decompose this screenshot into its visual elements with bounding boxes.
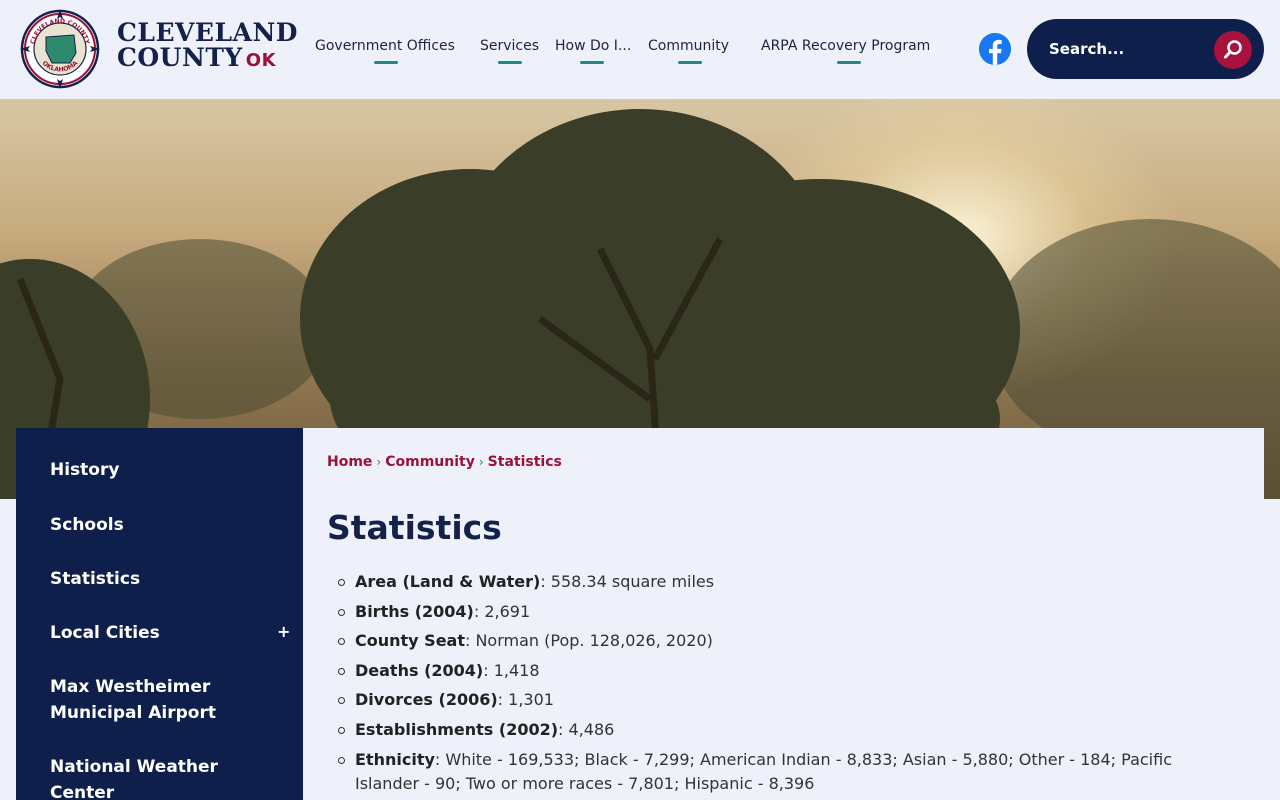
bullet-icon <box>338 579 345 586</box>
sidebar-nav: History Schools Statistics Local Cities … <box>16 428 303 800</box>
bullet-icon <box>338 697 345 705</box>
nav-services[interactable]: Services <box>480 38 540 64</box>
search-input[interactable] <box>1049 37 1209 61</box>
nav-label: ARPA Recovery Program <box>761 38 931 54</box>
sidebar-item-history[interactable]: History <box>50 457 119 483</box>
brand-line-1: CLEVELAND <box>117 18 298 47</box>
nav-community[interactable]: Community <box>648 38 730 64</box>
brand-county: COUNTY <box>117 43 243 72</box>
sidebar-item-statistics[interactable]: Statistics <box>50 566 140 592</box>
list-item: County Seat: Norman (Pop. 128,026, 2020) <box>338 629 1235 653</box>
stat-value: : White - 169,533; Black - 7,299; Americ… <box>355 749 1172 793</box>
main-content: Home › Community › Statistics Statistics Are… <box>303 428 1264 800</box>
stat-value: : 558.34 square miles <box>540 572 715 591</box>
bullet-icon <box>338 608 345 616</box>
sidebar-item-schools[interactable]: Schools <box>50 512 124 538</box>
sidebar-item-national-weather-center[interactable]: National Weather Center <box>50 754 240 800</box>
stat-label: Area (Land & Water) <box>355 572 541 591</box>
facebook-icon[interactable] <box>979 33 1011 65</box>
stat-label: Establishments (2002) <box>355 719 559 739</box>
nav-label: How Do I... <box>555 38 632 54</box>
nav-indicator <box>580 61 604 64</box>
breadcrumb: Home › Community › Statistics <box>327 454 562 470</box>
bullet-icon <box>338 638 345 646</box>
list-item: Establishments (2002): 4,486 <box>338 718 1235 742</box>
sidebar-item-max-westheimer-airport[interactable]: Max Westheimer Municipal Airport <box>50 674 240 726</box>
breadcrumb-current[interactable]: Statistics <box>488 454 562 470</box>
stat-label: Deaths (2004) <box>355 660 484 680</box>
page-title: Statistics <box>327 508 502 547</box>
list-item: Deaths (2004): 1,418 <box>338 659 1235 683</box>
nav-indicator <box>498 61 522 64</box>
nav-indicator <box>837 61 861 64</box>
plus-icon[interactable]: + <box>277 622 290 641</box>
bullet-icon <box>338 756 345 764</box>
stat-value: : 4,486 <box>558 719 615 739</box>
nav-indicator <box>678 61 702 64</box>
list-item: Area (Land & Water): 558.34 square miles <box>338 570 1235 594</box>
brand-ok: OK <box>245 50 277 71</box>
site-search <box>1027 19 1264 79</box>
site-brand[interactable]: CLEVELAND COUNTY OK <box>117 20 298 73</box>
stat-value: : 2,691 <box>473 601 531 621</box>
search-icon <box>1224 40 1242 59</box>
stat-value: : 1,301 <box>497 690 554 710</box>
sidebar-item-local-cities[interactable]: Local Cities <box>50 620 160 646</box>
stat-label: Divorces (2006) <box>355 690 498 710</box>
nav-label: Government Offices <box>315 38 455 54</box>
nav-government-offices[interactable]: Government Offices <box>315 38 455 64</box>
county-seal-logo[interactable]: CLEVELAND COUNTY OKLAHOMA <box>16 5 104 93</box>
stat-label: Births (2004) <box>355 601 474 621</box>
list-item: Divorces (2006): 1,301 <box>338 688 1235 712</box>
nav-indicator <box>374 61 398 64</box>
bullet-icon <box>338 726 345 734</box>
stat-label: Ethnicity <box>355 749 435 769</box>
stat-value: : Norman (Pop. 128,026, 2020) <box>464 631 713 651</box>
nav-how-do-i[interactable]: How Do I... <box>555 38 632 64</box>
list-item: Ethnicity: White - 169,533; Black - 7,29… <box>338 748 1235 796</box>
nav-label: Community <box>648 38 730 54</box>
nav-arpa-recovery-program[interactable]: ARPA Recovery Program <box>761 38 931 64</box>
stat-label: County Seat <box>355 631 465 651</box>
nav-label: Services <box>480 38 540 54</box>
breadcrumb-home[interactable]: Home <box>327 454 372 470</box>
breadcrumb-separator: › <box>478 455 484 469</box>
breadcrumb-separator: › <box>376 455 382 469</box>
stat-value: : 1,418 <box>483 660 540 680</box>
list-item: Births (2004): 2,691 <box>338 600 1235 624</box>
search-button[interactable] <box>1214 31 1252 69</box>
brand-line-2: COUNTY OK <box>117 45 298 73</box>
site-header: CLEVELAND COUNTY OKLAHOMA CLEVELAND COUN… <box>0 0 1280 99</box>
breadcrumb-community[interactable]: Community <box>385 454 475 470</box>
bullet-icon <box>338 667 345 675</box>
statistics-list: Area (Land & Water): 558.34 square miles… <box>338 570 1235 800</box>
